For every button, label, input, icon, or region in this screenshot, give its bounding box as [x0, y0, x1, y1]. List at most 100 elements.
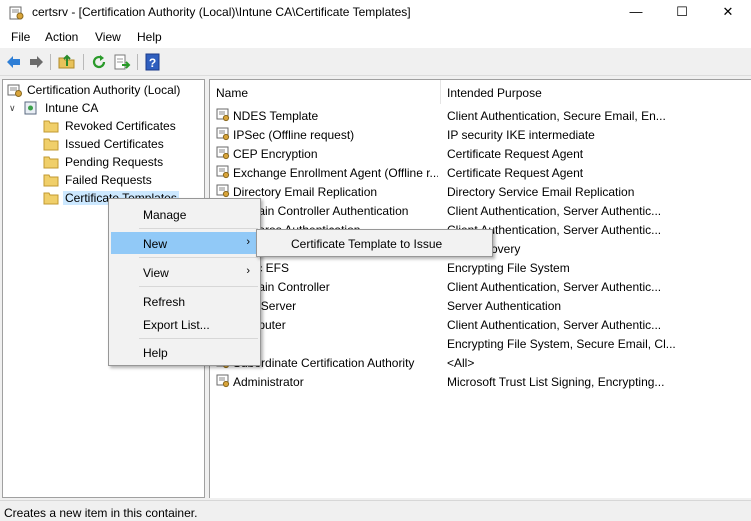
template-name: Exchange Enrollment Agent (Offline r...: [233, 166, 438, 180]
template-name: Basic EFS: [233, 261, 290, 275]
folder-icon: [43, 156, 59, 169]
context-menu-manage-label: Manage: [143, 208, 187, 222]
tree-item-intune-ca[interactable]: Intune CA: [23, 99, 199, 117]
template-intended-purpose: Certificate Request Agent: [447, 166, 584, 180]
minimize-button[interactable]: —: [613, 0, 659, 26]
template-intended-purpose: Client Authentication, Server Authentic.…: [447, 280, 662, 294]
template-intended-purpose: Server Authentication: [447, 299, 562, 313]
certsrv-app-icon: [9, 6, 24, 20]
table-row[interactable]: Domain Controller Authentication Client A…: [210, 201, 751, 220]
template-name: Directory Email Replication: [233, 185, 378, 199]
menu-separator: [139, 286, 258, 287]
tree-item-failed-requests[interactable]: Failed Requests: [43, 171, 199, 189]
context-menu-new-label: New: [143, 237, 168, 251]
certificate-template-icon: [216, 146, 230, 160]
context-menu-help-label: Help: [143, 346, 168, 360]
context-menu-export-list[interactable]: Export List...: [111, 313, 258, 335]
column-header-name-label: Name: [216, 86, 249, 100]
template-intended-purpose: Client Authentication, Secure Email, En.…: [447, 109, 666, 123]
table-row[interactable]: Administrator Microsoft Trust List Signin…: [210, 372, 751, 391]
ca-server-icon: [24, 101, 37, 115]
new-submenu: Certificate Template to Issue: [256, 229, 493, 257]
table-row[interactable]: Directory Email Replication Directory Ser…: [210, 182, 751, 201]
certificate-template-icon: [216, 127, 230, 141]
status-bar: Creates a new item in this container.: [0, 500, 751, 521]
column-header-name[interactable]: Name: [210, 80, 441, 104]
table-row[interactable]: User Encrypting File System, Secure Email…: [210, 334, 751, 353]
template-intended-purpose: Microsoft Trust List Signing, Encrypting…: [447, 375, 665, 389]
context-menu-refresh-label: Refresh: [143, 295, 186, 309]
context-menu-new[interactable]: New ›: [111, 232, 258, 254]
template-name: CEP Encryption: [233, 147, 318, 161]
toolbar-separator: [137, 54, 138, 70]
tree-item-revoked-certificates[interactable]: Revoked Certificates: [43, 117, 199, 135]
menu-bar: File Action View Help: [0, 26, 751, 48]
back-icon[interactable]: [5, 53, 23, 71]
template-intended-purpose: Client Authentication, Server Authentic.…: [447, 204, 662, 218]
help-icon[interactable]: ?: [144, 53, 162, 71]
refresh-icon[interactable]: [90, 53, 108, 71]
tree-item-pending-requests[interactable]: Pending Requests: [43, 153, 199, 171]
template-intended-purpose: <All>: [447, 356, 475, 370]
results-list[interactable]: Name Intended Purpose NDES Template Clien…: [209, 79, 751, 498]
folder-icon: [43, 120, 59, 133]
up-folder-icon[interactable]: [58, 53, 76, 71]
template-intended-purpose: Encrypting File System: [447, 261, 570, 275]
title-bar: certsrv - [Certification Authority (Loca…: [0, 0, 751, 26]
menu-action[interactable]: Action: [45, 30, 78, 44]
menu-help[interactable]: Help: [137, 30, 162, 44]
table-row[interactable]: Exchange Enrollment Agent (Offline r... C…: [210, 163, 751, 182]
column-header-purpose-label: Intended Purpose: [447, 86, 542, 100]
menu-file[interactable]: File: [11, 30, 30, 44]
expand-chevron-icon[interactable]: ∨: [9, 103, 16, 114]
tree-label-pending-requests: Pending Requests: [65, 155, 164, 169]
folder-icon: [43, 174, 59, 187]
table-row[interactable]: Web Server Server Authentication: [210, 296, 751, 315]
context-menu-help[interactable]: Help: [111, 341, 258, 363]
template-name: Domain Controller Authentication: [233, 204, 409, 218]
close-button[interactable]: ✕: [705, 0, 751, 26]
status-text: Creates a new item in this container.: [4, 506, 198, 520]
tree-label-intune-ca: Intune CA: [45, 101, 99, 115]
forward-icon[interactable]: [27, 53, 45, 71]
maximize-button[interactable]: ☐: [659, 0, 705, 26]
context-menu: Manage New › View › Refresh Export List.…: [108, 198, 261, 366]
template-name: NDES Template: [233, 109, 319, 123]
context-menu-view[interactable]: View ›: [111, 261, 258, 283]
context-menu-refresh[interactable]: Refresh: [111, 290, 258, 312]
template-intended-purpose: Certificate Request Agent: [447, 147, 584, 161]
template-name: User: [233, 337, 438, 351]
table-row[interactable]: Computer Client Authentication, Server Au…: [210, 315, 751, 334]
submenu-arrow-icon: ›: [246, 265, 250, 277]
window-title: certsrv - [Certification Authority (Loca…: [32, 5, 411, 19]
tree-item-issued-certificates[interactable]: Issued Certificates: [43, 135, 199, 153]
template-name: Administrator: [233, 375, 304, 389]
template-intended-purpose: Encrypting File System, Secure Email, Cl…: [447, 337, 676, 351]
export-list-icon[interactable]: [113, 53, 131, 71]
certificate-template-icon: [216, 184, 230, 198]
template-intended-purpose: Client Authentication, Server Authentic.…: [447, 318, 662, 332]
folder-icon: [43, 192, 59, 205]
template-intended-purpose: Directory Service Email Replication: [447, 185, 635, 199]
context-menu-manage[interactable]: Manage: [111, 203, 258, 225]
table-row[interactable]: IPSec (Offline request) IP security IKE i…: [210, 125, 751, 144]
table-row[interactable]: Basic EFS Encrypting File System: [210, 258, 751, 277]
table-row[interactable]: CEP Encryption Certificate Request Agent: [210, 144, 751, 163]
submenu-item-label: Certificate Template to Issue: [291, 237, 443, 251]
table-row[interactable]: Domain Controller Client Authentication, …: [210, 277, 751, 296]
menu-separator: [139, 257, 258, 258]
toolbar-separator: [50, 54, 51, 70]
tree-item-ca-root[interactable]: Certification Authority (Local): [7, 81, 203, 99]
menu-view[interactable]: View: [95, 30, 121, 44]
column-header-intended-purpose[interactable]: Intended Purpose: [441, 80, 751, 104]
certificate-template-icon: [216, 165, 230, 179]
table-row[interactable]: NDES Template Client Authentication, Secu…: [210, 106, 751, 125]
toolbar: ?: [0, 48, 751, 76]
certificate-template-icon: [216, 108, 230, 122]
template-intended-purpose: IP security IKE intermediate: [447, 128, 595, 142]
template-name: Computer: [233, 318, 438, 332]
certificate-template-icon: [216, 374, 230, 388]
svg-text:?: ?: [149, 56, 156, 70]
submenu-certificate-template-to-issue[interactable]: Certificate Template to Issue: [259, 232, 490, 254]
table-row[interactable]: Subordinate Certification Authority <All>: [210, 353, 751, 372]
